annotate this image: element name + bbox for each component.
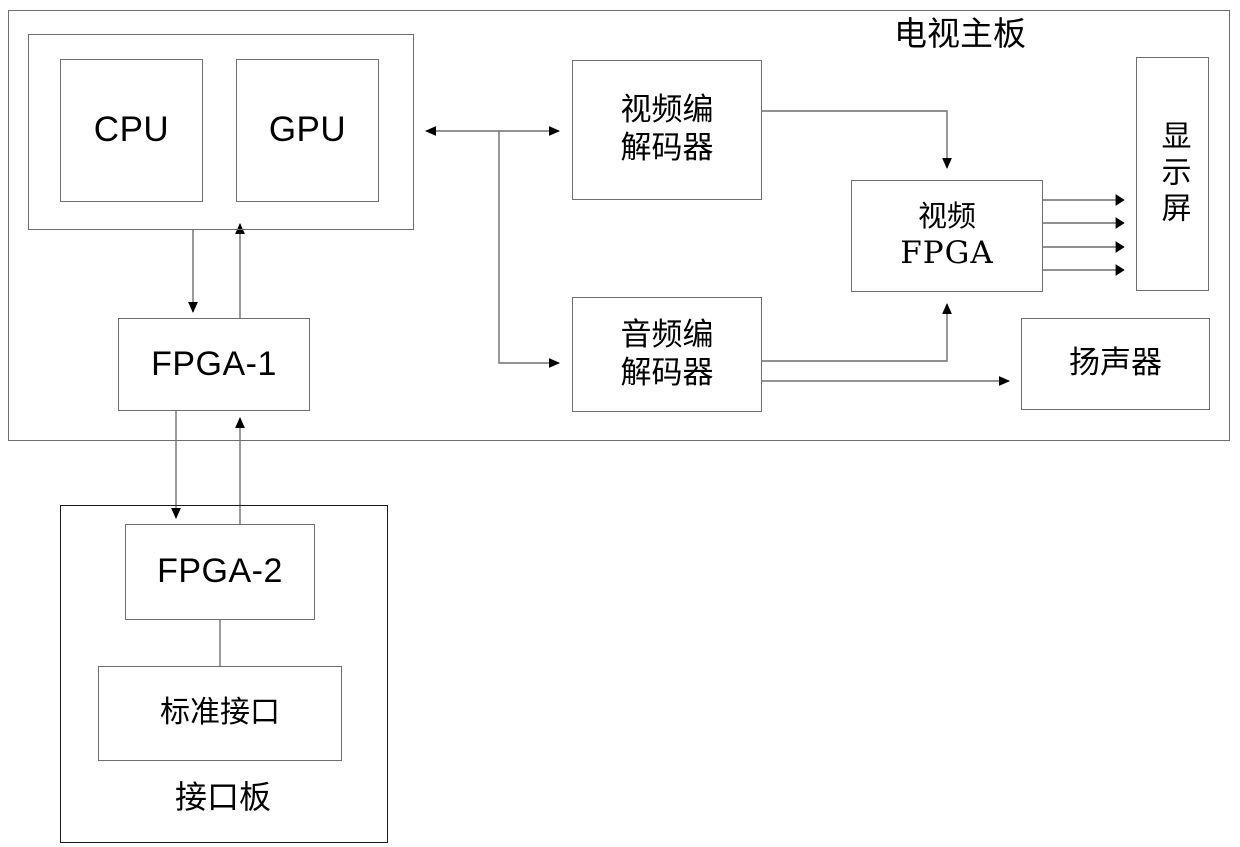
block-standard-interface-label: 标准接口: [160, 695, 280, 731]
block-video-fpga-line-2: FPGA: [900, 234, 994, 271]
block-cpu[interactable]: CPU: [60, 59, 203, 202]
block-video-codec[interactable]: 视频编 解码器: [572, 60, 762, 200]
block-video-fpga-line-1: 视频: [917, 199, 976, 234]
motherboard-title: 电视主板: [894, 14, 1026, 53]
block-video-fpga[interactable]: 视频 FPGA: [851, 180, 1043, 292]
block-video-codec-label: 视频编 解码器: [621, 92, 714, 168]
block-gpu-label: GPU: [268, 110, 347, 150]
block-gpu[interactable]: GPU: [236, 59, 379, 202]
block-video-codec-line-2: 解码器: [620, 130, 714, 166]
block-speaker[interactable]: 扬声器: [1021, 318, 1210, 410]
block-fpga-2-label: FPGA-2: [157, 552, 283, 591]
block-display-screen-label: 显示屏: [1155, 120, 1191, 228]
block-audio-codec-label: 音频编 解码器: [621, 317, 714, 393]
block-fpga-1-label: FPGA-1: [151, 344, 277, 383]
block-standard-interface[interactable]: 标准接口: [98, 666, 342, 761]
block-fpga-2[interactable]: FPGA-2: [125, 524, 315, 620]
interface-board-title: 接口板: [174, 778, 271, 816]
block-video-codec-line-1: 视频编: [620, 92, 714, 129]
diagram-canvas: 电视主板 CPU GPU FPGA-1 视频编 解码器 音频编 解码器 视频 F…: [0, 0, 1240, 847]
block-display-screen[interactable]: 显示屏: [1136, 57, 1209, 291]
block-audio-codec[interactable]: 音频编 解码器: [572, 297, 762, 412]
block-video-fpga-label: 视频 FPGA: [900, 199, 994, 272]
block-speaker-label: 扬声器: [1069, 345, 1162, 382]
block-cpu-label: CPU: [93, 110, 170, 150]
block-audio-codec-line-1: 音频编: [620, 316, 714, 353]
block-audio-codec-line-2: 解码器: [620, 354, 714, 391]
block-fpga-1[interactable]: FPGA-1: [118, 318, 310, 411]
